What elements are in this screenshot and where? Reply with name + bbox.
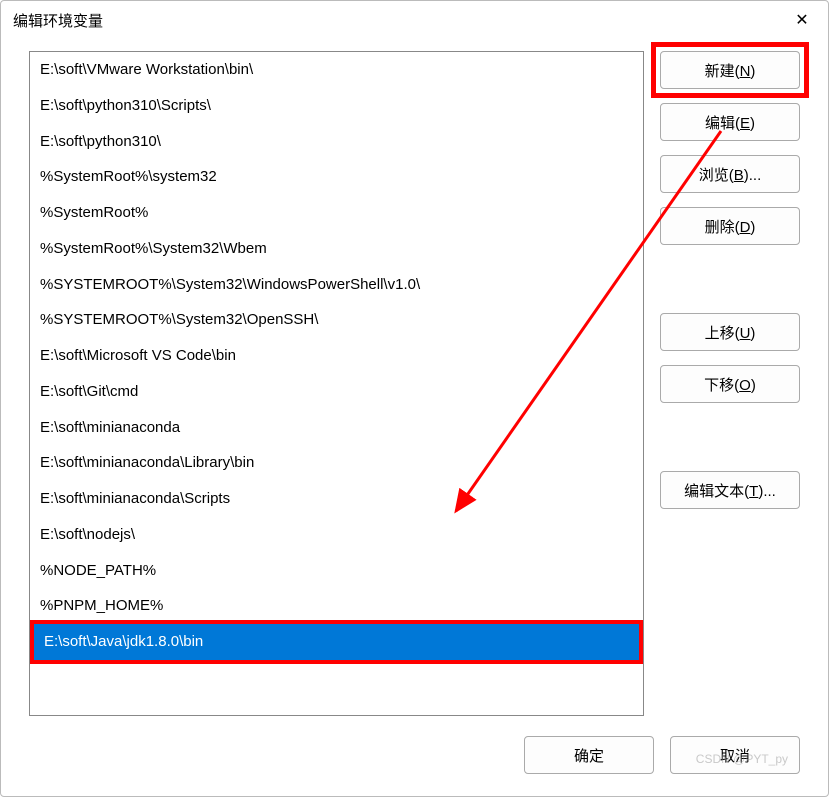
list-item[interactable]: E:\soft\minianaconda\Scripts	[30, 481, 643, 517]
close-icon: ✕	[795, 10, 808, 30]
list-item[interactable]: %SystemRoot%	[30, 195, 643, 231]
spacer	[660, 259, 800, 299]
dialog-action-buttons: 确定 取消	[524, 736, 800, 774]
list-item[interactable]: %PNPM_HOME%	[30, 588, 643, 624]
list-item[interactable]: %SYSTEMROOT%\System32\WindowsPowerShell\…	[30, 267, 643, 303]
spacer	[660, 417, 800, 457]
new-button[interactable]: 新建(N)	[660, 51, 800, 89]
titlebar: 编辑环境变量 ✕	[1, 1, 828, 39]
move-down-button[interactable]: 下移(O)	[660, 365, 800, 403]
list-item[interactable]: E:\soft\nodejs\	[30, 517, 643, 553]
btn-label: 编辑(E)	[705, 112, 755, 133]
btn-label: 浏览(B)...	[699, 164, 762, 185]
cancel-button[interactable]: 取消	[670, 736, 800, 774]
list-item-selected[interactable]: E:\soft\Java\jdk1.8.0\bin	[34, 624, 639, 660]
btn-label: 编辑文本(T)...	[684, 480, 776, 501]
btn-label: 新建(N)	[705, 60, 756, 81]
highlight-annotation: 新建(N)	[651, 42, 809, 98]
ok-button[interactable]: 确定	[524, 736, 654, 774]
browse-button[interactable]: 浏览(B)...	[660, 155, 800, 193]
highlight-annotation: E:\soft\Java\jdk1.8.0\bin	[30, 620, 643, 664]
button-column: 新建(N) 编辑(E) 浏览(B)... 删除(D) 上移(U) 下移(O) 编…	[660, 51, 800, 716]
path-listbox[interactable]: E:\soft\VMware Workstation\bin\ E:\soft\…	[29, 51, 644, 716]
btn-label: 删除(D)	[705, 216, 756, 237]
close-button[interactable]: ✕	[784, 5, 820, 35]
delete-button[interactable]: 删除(D)	[660, 207, 800, 245]
list-item[interactable]: E:\soft\Git\cmd	[30, 374, 643, 410]
list-item[interactable]: E:\soft\VMware Workstation\bin\	[30, 52, 643, 88]
btn-label: 下移(O)	[704, 374, 756, 395]
list-item[interactable]: %SystemRoot%\system32	[30, 159, 643, 195]
env-var-dialog: 编辑环境变量 ✕ E:\soft\VMware Workstation\bin\…	[0, 0, 829, 797]
list-item[interactable]: E:\soft\Microsoft VS Code\bin	[30, 338, 643, 374]
list-item[interactable]: E:\soft\minianaconda\Library\bin	[30, 445, 643, 481]
btn-label: 上移(U)	[705, 322, 756, 343]
list-item[interactable]: E:\soft\python310\Scripts\	[30, 88, 643, 124]
list-item[interactable]: E:\soft\minianaconda	[30, 410, 643, 446]
move-up-button[interactable]: 上移(U)	[660, 313, 800, 351]
list-item[interactable]: E:\soft\python310\	[30, 124, 643, 160]
list-item[interactable]: %SystemRoot%\System32\Wbem	[30, 231, 643, 267]
edit-text-button[interactable]: 编辑文本(T)...	[660, 471, 800, 509]
edit-button[interactable]: 编辑(E)	[660, 103, 800, 141]
dialog-title: 编辑环境变量	[13, 10, 103, 31]
content-area: E:\soft\VMware Workstation\bin\ E:\soft\…	[29, 51, 800, 716]
list-item[interactable]: %NODE_PATH%	[30, 553, 643, 589]
list-item[interactable]: %SYSTEMROOT%\System32\OpenSSH\	[30, 302, 643, 338]
